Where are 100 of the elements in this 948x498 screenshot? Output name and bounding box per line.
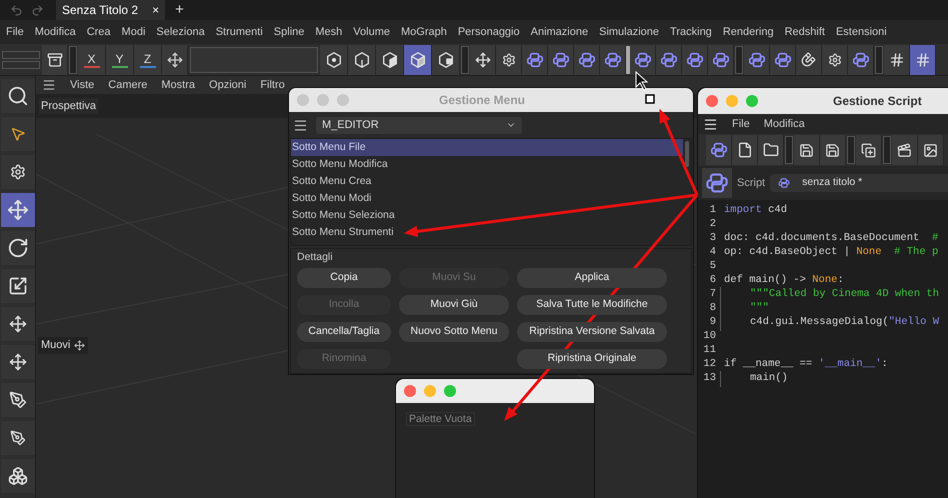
menu-item[interactable]: Mostra — [161, 76, 196, 94]
action-button[interactable]: Ripristina Versione Salvata — [517, 322, 667, 342]
tool-button[interactable] — [0, 459, 34, 493]
open-button[interactable] — [758, 135, 784, 165]
settings-button[interactable] — [496, 44, 522, 74]
list-item[interactable]: Sotto Menu Modi — [291, 190, 683, 207]
drag-handle[interactable] — [461, 46, 469, 74]
drag-handle[interactable] — [785, 136, 793, 164]
menu-item[interactable]: File — [6, 24, 24, 40]
tool-button[interactable] — [0, 383, 34, 417]
menu-item[interactable]: Modi — [122, 24, 146, 40]
add-tab-button[interactable]: + — [175, 0, 184, 22]
python-button[interactable] — [630, 44, 656, 74]
input-field[interactable] — [190, 46, 318, 72]
list-item[interactable]: Sotto Menu Strumenti — [291, 224, 683, 241]
script-selector[interactable]: senza titolo * — [770, 174, 948, 192]
menu-item[interactable]: Seleziona — [156, 24, 205, 40]
close-button[interactable]: × — [152, 1, 160, 19]
drag-handle[interactable] — [2, 60, 40, 68]
grid-button[interactable] — [884, 44, 910, 74]
menu-item[interactable]: Filtro — [260, 76, 285, 94]
menu-item[interactable]: Viste — [70, 76, 94, 94]
coordinate-button[interactable] — [162, 44, 188, 74]
menu-item[interactable]: Modifica — [34, 24, 76, 40]
drag-handle[interactable] — [847, 136, 855, 164]
magnet-button[interactable] — [796, 44, 822, 74]
menu-item[interactable]: Estensioni — [836, 24, 887, 40]
action-button[interactable]: Cancella/Taglia — [297, 322, 391, 342]
python-button[interactable] — [744, 44, 770, 74]
menu-item[interactable]: Personaggio — [458, 24, 520, 40]
drag-handle[interactable] — [883, 136, 891, 164]
menu-icon[interactable] — [42, 78, 56, 92]
mode-button[interactable] — [320, 44, 348, 74]
tool-button[interactable] — [0, 117, 34, 151]
redo-icon[interactable] — [31, 4, 44, 16]
mode-button[interactable] — [432, 44, 460, 74]
drag-handle[interactable] — [69, 46, 77, 74]
menu-item[interactable]: Mesh — [315, 24, 342, 40]
mode-button[interactable] — [404, 44, 432, 74]
python-button[interactable] — [706, 135, 732, 165]
archive-button[interactable] — [42, 44, 68, 74]
menu-item[interactable]: Opzioni — [209, 76, 246, 94]
scrollbar[interactable] — [685, 141, 689, 167]
list-item[interactable]: Sotto Menu Modifica — [291, 156, 683, 173]
mode-button[interactable] — [376, 44, 404, 74]
menu-icon[interactable] — [293, 118, 308, 132]
menu-item[interactable]: MoGraph — [400, 24, 447, 40]
menu-item[interactable]: Strumenti — [216, 24, 263, 40]
menu-icon[interactable] — [703, 116, 718, 132]
drag-handle[interactable] — [735, 46, 743, 74]
axis-toggle[interactable]: Z — [134, 44, 162, 74]
menu-item[interactable]: Spline — [274, 24, 304, 40]
python-button[interactable] — [702, 168, 732, 198]
action-button[interactable]: Ripristina Originale — [517, 348, 667, 369]
action-button[interactable]: Muovi Giù — [399, 294, 509, 315]
duplicate-button[interactable] — [856, 135, 882, 165]
python-button[interactable] — [574, 44, 600, 74]
drag-handle[interactable] — [2, 50, 40, 58]
document-tab[interactable]: Senza Titolo 2 × — [56, 0, 166, 20]
image-button[interactable] — [918, 135, 944, 165]
window-control[interactable] — [404, 385, 416, 397]
tool-button[interactable] — [0, 231, 34, 265]
dropdown[interactable]: M_EDITOR — [316, 116, 522, 134]
clapperboard-button[interactable] — [892, 135, 918, 165]
tool-button[interactable] — [0, 269, 34, 303]
tool-button[interactable] — [0, 79, 34, 113]
axis-button[interactable] — [470, 44, 496, 74]
python-button[interactable] — [848, 44, 874, 74]
menu-item[interactable]: Simulazione — [599, 24, 660, 40]
undo-icon[interactable] — [10, 4, 23, 16]
tool-button[interactable] — [0, 307, 34, 341]
tool-button[interactable] — [0, 193, 34, 227]
python-button[interactable] — [656, 44, 682, 74]
tool-button[interactable] — [0, 421, 34, 455]
action-button[interactable]: Salva Tutte le Modifiche — [517, 294, 667, 315]
menu-item[interactable]: File — [732, 116, 750, 132]
menu-item[interactable]: Redshift — [784, 24, 825, 40]
menu-item[interactable]: Tracking — [670, 24, 712, 40]
grid-button[interactable] — [910, 44, 936, 74]
menu-item[interactable]: Volume — [353, 24, 390, 40]
menu-item[interactable]: Animazione — [530, 24, 588, 40]
action-button[interactable]: Applica — [517, 268, 667, 288]
save-as-button[interactable] — [820, 135, 846, 165]
tool-button[interactable] — [0, 345, 34, 379]
list-item[interactable]: Sotto Menu File — [291, 139, 683, 156]
python-button[interactable] — [600, 44, 626, 74]
tool-button[interactable] — [0, 155, 34, 189]
menu-item[interactable]: Rendering — [722, 24, 774, 40]
drag-handle[interactable] — [875, 46, 883, 74]
python-button[interactable] — [548, 44, 574, 74]
action-button[interactable]: Nuovo Sotto Menu — [399, 322, 509, 342]
python-button[interactable] — [522, 44, 548, 74]
list-item[interactable]: Sotto Menu Seleziona — [291, 207, 683, 224]
python-button[interactable] — [682, 44, 708, 74]
python-button[interactable] — [708, 44, 734, 74]
axis-toggle[interactable]: X — [78, 44, 106, 74]
mode-button[interactable] — [348, 44, 376, 74]
new-file-button[interactable] — [732, 135, 758, 165]
menu-item[interactable]: Camere — [108, 76, 148, 94]
action-button[interactable]: Copia — [297, 268, 391, 288]
